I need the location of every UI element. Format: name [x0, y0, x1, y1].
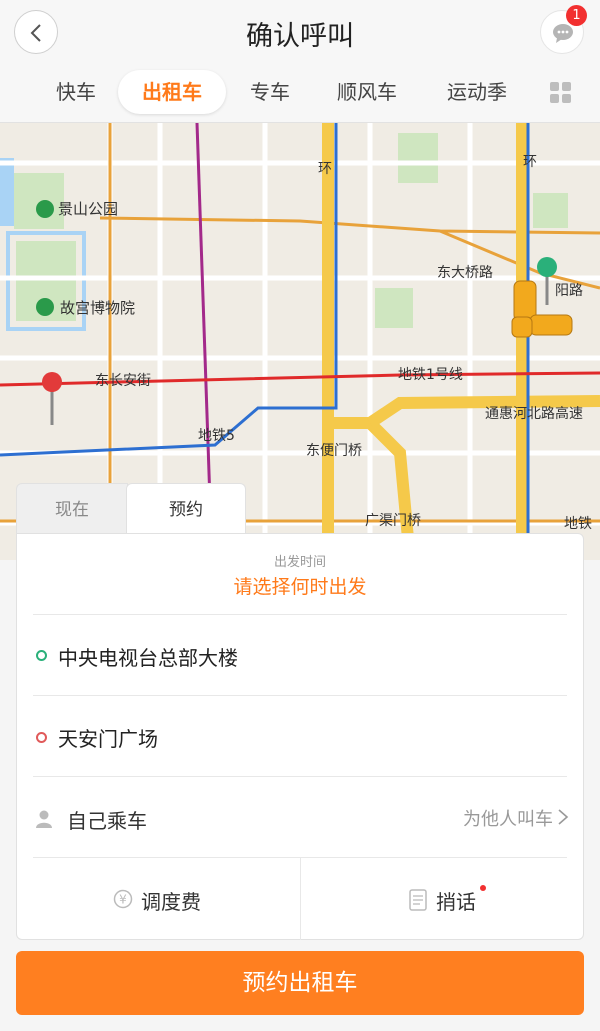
map-label-gugong: 故宫博物院 — [60, 299, 135, 317]
note-icon — [409, 889, 427, 911]
yuan-coin-icon: ¥ — [113, 889, 133, 909]
map-label-dongdaqiao: 东大桥路 — [437, 265, 493, 281]
person-icon — [36, 810, 52, 828]
booking-card: 出发时间 请选择何时出发 中央电视台总部大楼 天安门广场 自己乘车 为他人叫车 … — [16, 533, 584, 940]
divider — [33, 776, 567, 777]
map-label-tonghui: 通惠河北路高速 — [485, 405, 583, 422]
tab-hitch[interactable]: 顺风车 — [322, 70, 412, 114]
booking-mode-tabs: 现在 预约 — [16, 483, 584, 535]
passenger-self[interactable]: 自己乘车 — [67, 805, 147, 834]
origin-field[interactable]: 中央电视台总部大楼 — [58, 642, 238, 671]
notification-badge: 1 — [566, 5, 587, 26]
divider — [33, 695, 567, 696]
reserve-taxi-button[interactable]: 预约出租车 — [16, 951, 584, 1015]
page-title: 确认呼叫 — [246, 21, 354, 52]
tab-reserve[interactable]: 预约 — [126, 483, 246, 535]
dispatch-fee-button[interactable]: 调度费 — [141, 886, 201, 915]
vertical-divider — [300, 858, 301, 940]
map-label-huan-1: 环 — [318, 161, 332, 177]
map-label-subway1: 地铁1号线 — [398, 367, 463, 383]
map-label-dongbianmen: 东便门桥 — [306, 443, 362, 459]
header-bar: 确认呼叫 1 — [0, 0, 600, 64]
chat-bubble-icon — [553, 24, 573, 43]
chevron-right-icon — [558, 809, 569, 825]
tab-now[interactable]: 现在 — [16, 483, 128, 535]
tab-premier[interactable]: 专车 — [232, 70, 308, 114]
service-tabs: 快车 出租车 专车 顺风车 运动季 — [0, 64, 600, 123]
destination-dot-icon — [36, 732, 47, 743]
new-indicator-dot — [480, 885, 486, 891]
departure-time-picker[interactable]: 请选择何时出发 — [17, 572, 583, 599]
origin-dot-icon — [36, 650, 47, 661]
map-label-huan-2: 环 — [523, 154, 537, 170]
call-for-others-link[interactable]: 为他人叫车 — [463, 805, 553, 831]
destination-field[interactable]: 天安门广场 — [58, 723, 158, 752]
map-label-subway5: 地铁5 — [198, 428, 235, 444]
map-label-dongchangan: 东长安街 — [95, 373, 151, 389]
svg-text:¥: ¥ — [119, 893, 127, 907]
map-label-jingshan: 景山公园 — [58, 200, 118, 218]
departure-time-label: 出发时间 — [273, 555, 326, 570]
map-label-yanglu: 阳路 — [555, 283, 583, 299]
tab-sports-season[interactable]: 运动季 — [432, 70, 522, 114]
tab-taxi[interactable]: 出租车 — [118, 70, 226, 114]
tab-express[interactable]: 快车 — [38, 70, 114, 114]
more-services-icon[interactable] — [550, 82, 572, 104]
divider — [33, 614, 567, 615]
message-note-button[interactable]: 捎话 — [436, 886, 476, 915]
